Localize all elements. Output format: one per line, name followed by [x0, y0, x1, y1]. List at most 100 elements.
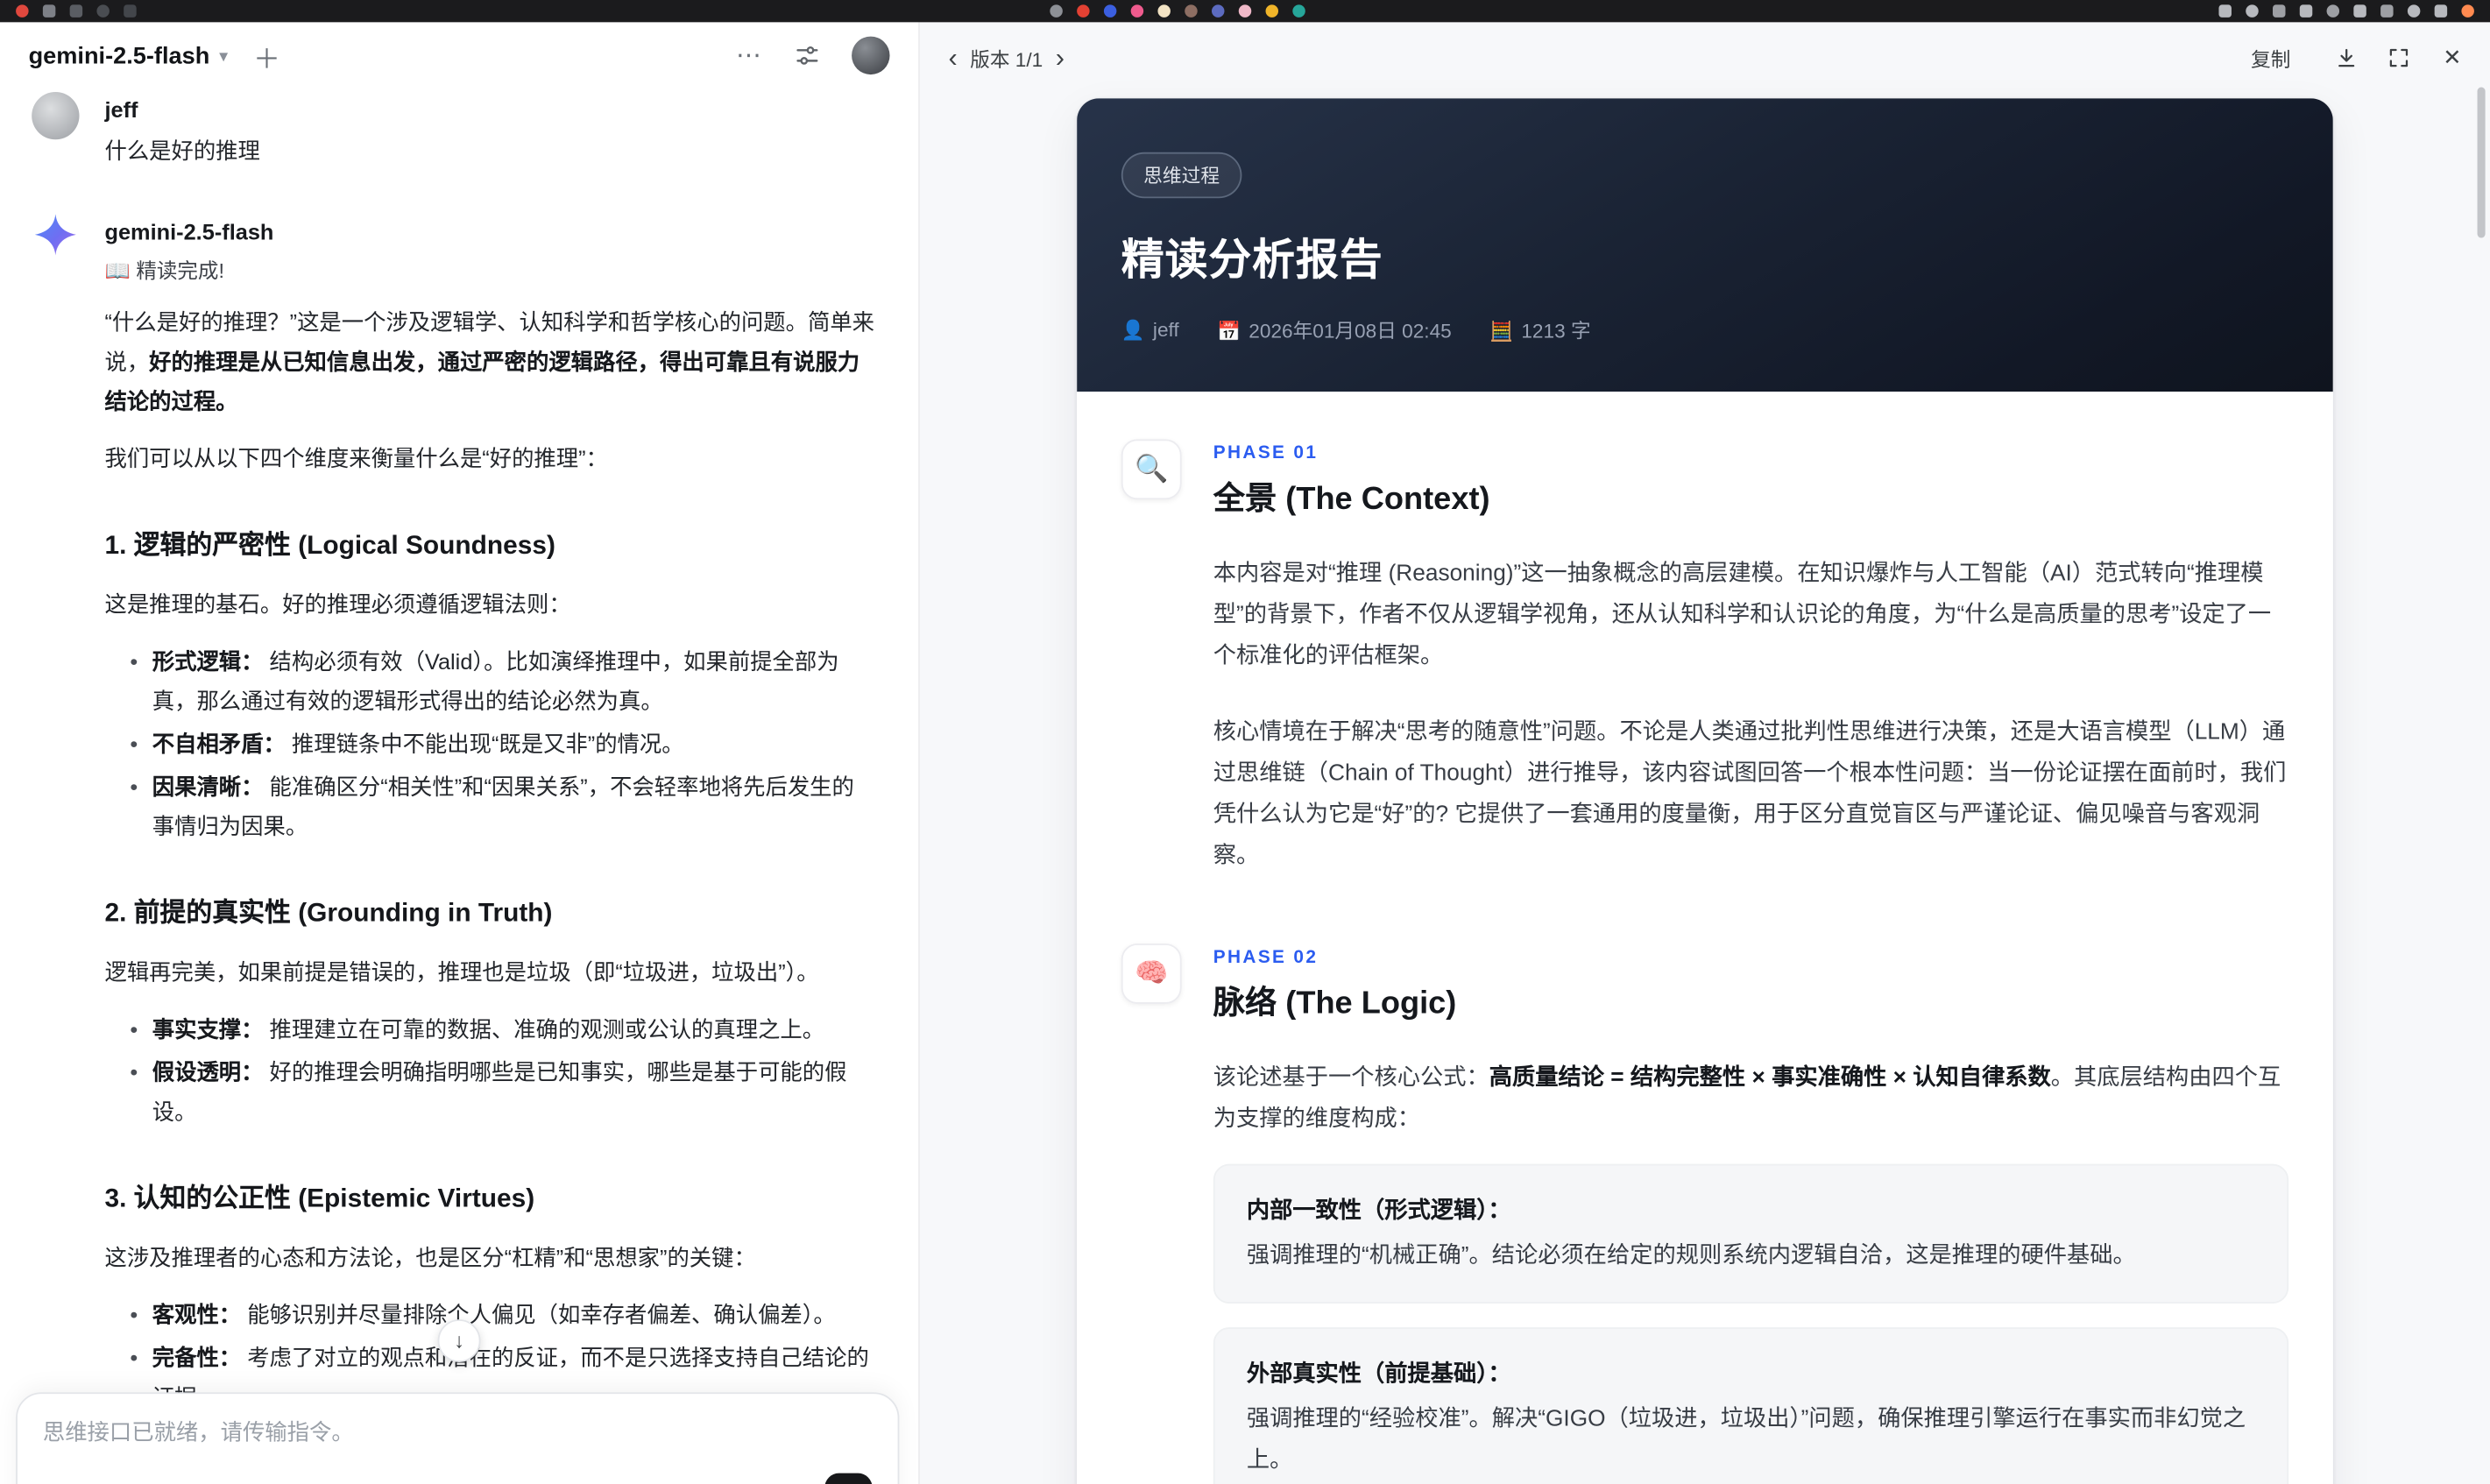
menubar-icon[interactable] — [2299, 4, 2313, 18]
menubar-icon[interactable] — [1077, 4, 1090, 18]
section-intro: 这是推理的基石。好的推理必须遵循逻辑法则： — [104, 591, 571, 618]
menubar-icon[interactable] — [1157, 4, 1171, 18]
section-heading: 1. 逻辑的严密性 (Logical Soundness) — [104, 531, 555, 561]
settings-sliders-icon[interactable] — [795, 43, 820, 68]
phase-heading: 全景 (The Context) — [1213, 482, 1490, 518]
menubar-icon[interactable] — [1130, 4, 1144, 18]
phase-label: PHASE 02 — [1213, 948, 1319, 968]
doc-meta: 👤 jeff 📅 2026年01月08日 02:45 🧮 1213 字 — [1121, 314, 2288, 343]
chat-panel: gemini-2.5-flash ▾ ＋ ⋯ jeff 什么是好的推理 gemi… — [0, 22, 920, 1484]
chevron-down-icon[interactable]: ▾ — [219, 46, 228, 66]
model-selector[interactable]: gemini-2.5-flash — [29, 42, 210, 69]
list-item: 事实支撑： 推理建立在可靠的数据、准确的观测或公认的真理之上。 — [130, 1010, 875, 1049]
attach-button[interactable]: ＋ — [43, 1475, 68, 1484]
section-heading: 3. 认知的公正性 (Epistemic Virtues) — [104, 1184, 535, 1213]
document-body: 🔍 PHASE 01 全景 (The Context) 本内容是对“推理 (Re… — [1077, 392, 2333, 1484]
menubar-left-group — [16, 4, 137, 18]
menubar-icon[interactable] — [1238, 4, 1252, 18]
viewer-toolbar: ‹ 版本 1/1 › 复制 ✕ — [920, 22, 2490, 92]
list-item: 客观性： 能够识别并尽量排除个人偏见（如幸存者偏差、确认偏差）。 — [130, 1296, 875, 1335]
doc-badge: 思维过程 — [1121, 152, 1242, 199]
scroll-to-bottom-button[interactable]: ↓ — [437, 1319, 481, 1362]
bullet-list: 事实支撑： 推理建立在可靠的数据、准确的观测或公认的真理之上。 假设透明： 好的… — [104, 1010, 875, 1132]
assistant-message-row: gemini-2.5-flash 📖 精读完成! — [32, 214, 887, 284]
logic-card: 外部真实性（前提基础）： 强调推理的“经验校准”。解决“GIGO（垃圾进，垃圾出… — [1213, 1327, 2289, 1484]
menu-bar — [0, 0, 2490, 23]
composer-placeholder[interactable]: 思维接口已就绪，请传输指令。 — [43, 1417, 873, 1448]
menubar-icon[interactable] — [1185, 4, 1198, 18]
phase-heading: 脉络 (The Logic) — [1213, 986, 1457, 1021]
menubar-icon[interactable] — [2461, 4, 2474, 18]
menubar-icon[interactable] — [1292, 4, 1305, 18]
composer-toolbar: ＋ — [43, 1473, 873, 1484]
list-item: 因果清晰： 能准确区分“相关性”和“因果关系”，不会轻率地将先后发生的事情归为因… — [130, 767, 875, 847]
phase-paragraph: 该论述基于一个核心公式：高质量结论 = 结构完整性 × 事实准确性 × 认知自律… — [1213, 1065, 2281, 1133]
phase-paragraph: 核心情境在于解决“思考的随意性”问题。不论是人类通过批判性思维进行决策，还是大语… — [1213, 719, 2287, 869]
menubar-icon[interactable] — [2273, 4, 2286, 18]
section-intro: 这涉及推理者的心态和方法论，也是区分“杠精”和“思想家”的关键： — [104, 1245, 756, 1270]
user-avatar — [32, 91, 80, 140]
doc-title: 精读分析报告 — [1121, 236, 1383, 285]
download-icon[interactable] — [2335, 46, 2359, 69]
copy-button[interactable]: 复制 — [2251, 42, 2290, 72]
list-item: 不自相矛盾： 推理链条中不能出现“既是又非”的情况。 — [130, 724, 875, 764]
more-options-button[interactable]: ⋯ — [736, 39, 763, 71]
logic-card: 内部一致性（形式逻辑）： 强调推理的“机械正确”。结论必须在给定的规则系统内逻辑… — [1213, 1163, 2289, 1304]
composer[interactable]: 思维接口已就绪，请传输指令。 ＋ — [16, 1392, 900, 1484]
menubar-icon[interactable] — [124, 4, 137, 18]
new-chat-button[interactable]: ＋ — [253, 36, 280, 75]
calendar-icon: 📅 — [1217, 320, 1241, 343]
menubar-icon[interactable] — [2380, 4, 2394, 18]
user-name: jeff — [104, 96, 138, 123]
section-intro: 逻辑再完美，如果前提是错误的，推理也是垃圾（即“垃圾进，垃圾出”）。 — [104, 959, 819, 986]
next-version-button[interactable]: › — [1056, 44, 1065, 71]
menubar-icon[interactable] — [96, 4, 110, 18]
magnifier-icon: 🔍 — [1121, 439, 1182, 500]
scrollbar[interactable] — [2477, 87, 2486, 238]
menubar-icon[interactable] — [2434, 4, 2448, 18]
list-item: 假设透明： 好的推理会明确指明哪些是已知事实，哪些是基于可能的假设。 — [130, 1053, 875, 1133]
menubar-icon[interactable] — [1211, 4, 1225, 18]
menubar-app-group — [1050, 4, 1305, 18]
previous-version-button[interactable]: ‹ — [948, 44, 957, 71]
list-item: 形式逻辑： 结构必须有效（Valid）。比如演绎推理中，如果前提全部为真，那么通… — [130, 642, 875, 722]
menubar-icon[interactable] — [2218, 4, 2232, 18]
expand-icon[interactable] — [2387, 46, 2411, 69]
menubar-icon[interactable] — [2246, 4, 2259, 18]
person-icon: 👤 — [1121, 317, 1145, 341]
menubar-icon[interactable] — [16, 4, 29, 18]
message-list: jeff 什么是好的推理 gemini-2.5-flash 📖 精读完成! “什… — [0, 88, 918, 1484]
bullet-list: 形式逻辑： 结构必须有效（Valid）。比如演绎推理中，如果前提全部为真，那么通… — [104, 642, 875, 847]
menubar-icon[interactable] — [2326, 4, 2340, 18]
assistant-name: gemini-2.5-flash — [104, 218, 274, 244]
wordcount-meta: 🧮 1213 字 — [1489, 320, 1591, 343]
assistant-message-body: “什么是好的推理？”这是一个涉及逻辑学、认知科学和哲学核心的问题。简单来说，好的… — [104, 303, 875, 1484]
version-label: 版本 1/1 — [970, 48, 1043, 71]
section-heading: 2. 前提的真实性 (Grounding in Truth) — [104, 899, 553, 928]
intro-paragraph: “什么是好的推理？”这是一个涉及逻辑学、认知科学和哲学核心的问题。简单来说，好的… — [104, 308, 875, 414]
document-header: 思维过程 精读分析报告 👤 jeff 📅 2026年01月08日 02:45 🧮 12… — [1077, 98, 2333, 392]
screen: gemini-2.5-flash ▾ ＋ ⋯ jeff 什么是好的推理 gemi… — [0, 0, 2490, 1484]
phase-label: PHASE 01 — [1213, 443, 1319, 463]
chat-header: gemini-2.5-flash ▾ ＋ ⋯ — [0, 22, 918, 88]
menubar-icon[interactable] — [69, 4, 83, 18]
user-message-text: 什么是好的推理 — [104, 138, 260, 164]
menubar-icon[interactable] — [1050, 4, 1063, 18]
author-meta: 👤 jeff — [1121, 317, 1179, 341]
book-icon: 📖 — [104, 258, 131, 283]
user-message-row: jeff 什么是好的推理 — [32, 91, 887, 166]
artifact-panel: ‹ 版本 1/1 › 复制 ✕ 思维过程 精读分析报告 👤 jeff 📅 202… — [919, 22, 2490, 1484]
voice-input-button[interactable] — [824, 1473, 873, 1484]
menubar-icon[interactable] — [1103, 4, 1117, 18]
lead-paragraph: 我们可以从以下四个维度来衡量什么是“好的推理”： — [104, 445, 608, 471]
document-card: 思维过程 精读分析报告 👤 jeff 📅 2026年01月08日 02:45 🧮 12… — [1077, 98, 2333, 1484]
menubar-icon[interactable] — [1265, 4, 1279, 18]
date-meta: 📅 2026年01月08日 02:45 — [1217, 320, 1452, 343]
menubar-icon[interactable] — [2407, 4, 2421, 18]
account-avatar[interactable] — [852, 36, 890, 75]
phase-section: 🧠 PHASE 02 脉络 (The Logic) 该论述基于一个核心公式：高质… — [1121, 943, 2289, 1484]
menubar-icon[interactable] — [2353, 4, 2366, 18]
menubar-icon[interactable] — [42, 4, 56, 18]
close-button[interactable]: ✕ — [2443, 44, 2461, 71]
assistant-status: 📖 精读完成! — [104, 258, 225, 283]
